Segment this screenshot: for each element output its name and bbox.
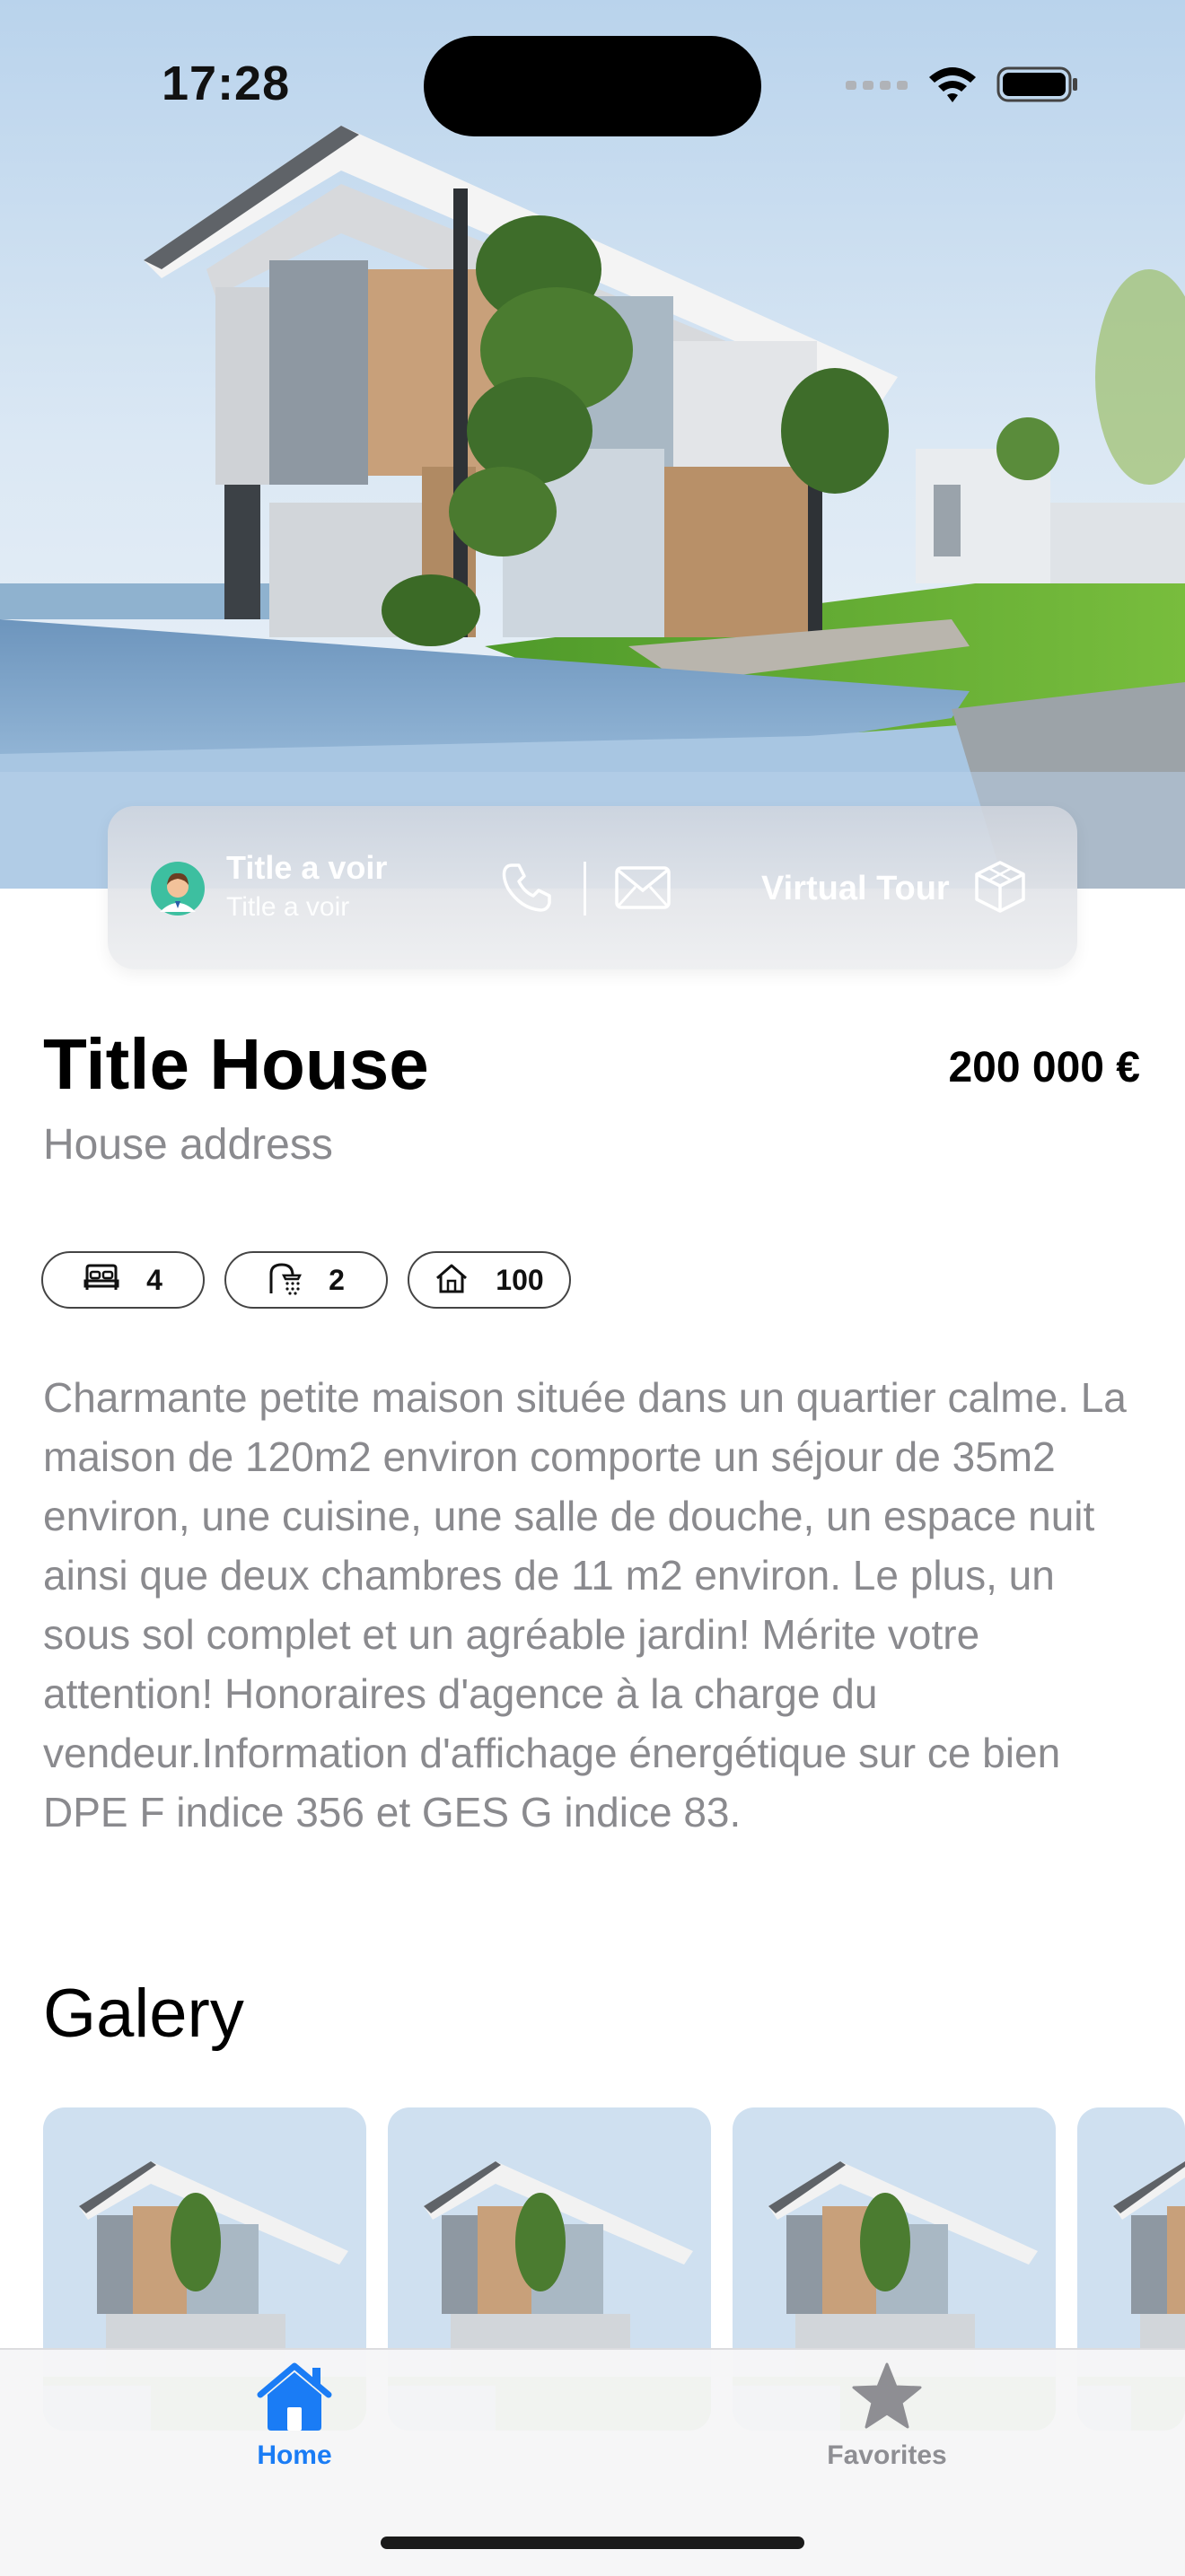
cellular-icon xyxy=(846,77,908,96)
feature-chips: 4 2 100 xyxy=(41,1251,571,1309)
card-divider xyxy=(584,862,586,916)
status-time: 17:28 xyxy=(162,57,291,110)
tab-favorites[interactable]: Favorites xyxy=(797,2361,977,2471)
listing-description: Charmante petite maison située dans un q… xyxy=(43,1374,1127,1836)
tab-favorites-label: Favorites xyxy=(827,2440,947,2470)
surface-chip: 100 xyxy=(408,1251,571,1309)
virtual-tour-button[interactable]: Virtual Tour xyxy=(761,853,1027,924)
shower-icon xyxy=(268,1261,303,1300)
listing-price: 200 000 € xyxy=(948,1044,1140,1091)
tab-home-label: Home xyxy=(257,2440,332,2470)
tab-home[interactable]: Home xyxy=(205,2361,384,2471)
battery-icon xyxy=(996,65,1079,109)
mail-icon[interactable] xyxy=(614,865,672,910)
listing-address: House address xyxy=(43,1121,333,1169)
star-fill-icon xyxy=(851,2361,923,2437)
cube-icon xyxy=(973,859,1027,919)
agent-subtitle: Title a voir xyxy=(226,892,350,922)
status-icons xyxy=(846,65,1079,109)
agent-card: Title a voir Title a voir Virtual Tour xyxy=(108,806,1077,969)
bedrooms-chip: 4 xyxy=(41,1251,205,1309)
dynamic-island xyxy=(424,36,761,136)
house-outline-icon xyxy=(434,1262,469,1299)
bathrooms-chip: 2 xyxy=(224,1251,388,1309)
surface-value: 100 xyxy=(496,1263,544,1296)
home-indicator xyxy=(381,2537,804,2549)
bathrooms-count: 2 xyxy=(329,1263,345,1296)
house-fill-icon xyxy=(255,2361,334,2437)
gallery-title: Galery xyxy=(43,1976,244,2052)
phone-icon[interactable] xyxy=(499,860,555,916)
bed-icon xyxy=(83,1263,119,1298)
agent-name: Title a voir xyxy=(226,849,388,886)
listing-title: Title House xyxy=(43,1024,429,1104)
avatar-icon xyxy=(151,862,205,916)
bedrooms-count: 4 xyxy=(146,1263,162,1296)
virtual-tour-label: Virtual Tour xyxy=(761,869,950,907)
wifi-icon xyxy=(926,65,979,109)
